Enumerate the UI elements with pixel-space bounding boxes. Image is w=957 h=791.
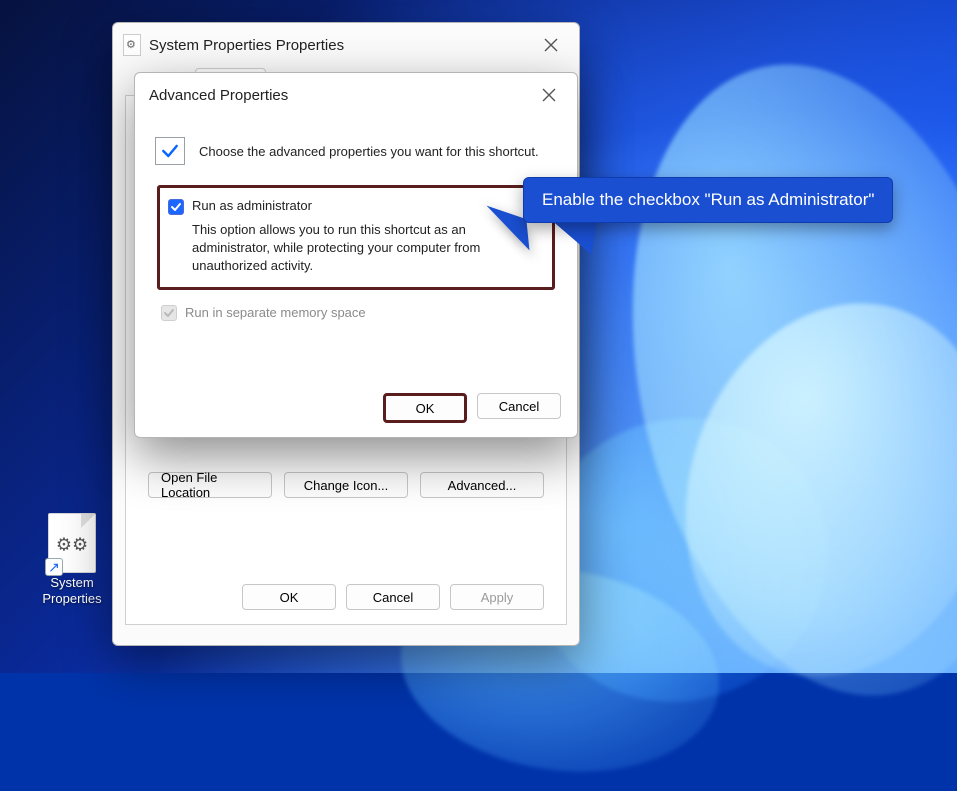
advanced-properties-dialog: Advanced Properties Choose the advanced … [134,72,578,438]
window-file-icon [123,34,141,56]
separate-memory-label: Run in separate memory space [185,305,366,320]
annotation-text: Enable the checkbox "Run as Administrato… [542,190,874,209]
advanced-window-title: Advanced Properties [145,87,527,104]
run-as-admin-checkbox[interactable] [168,199,184,215]
run-as-admin-label: Run as administrator [192,198,312,213]
advanced-button[interactable]: Advanced... [420,472,544,498]
close-button[interactable] [529,30,573,60]
separate-memory-checkbox [161,305,177,321]
change-icon-button[interactable]: Change Icon... [284,472,408,498]
cancel-button[interactable]: Cancel [346,584,440,610]
shortcut-file-icon: ⚙⚙ ↗ [48,513,96,573]
titlebar[interactable]: System Properties Properties [113,23,579,67]
advanced-ok-button[interactable]: OK [383,393,467,423]
open-file-location-button[interactable]: Open File Location [148,472,272,498]
shortcut-label-line1: System [50,575,93,590]
ok-button[interactable]: OK [242,584,336,610]
advanced-lead-text: Choose the advanced properties you want … [199,144,539,159]
shortcut-arrow-icon: ↗ [45,558,63,576]
run-as-admin-description: This option allows you to run this short… [192,221,502,275]
close-icon [544,38,558,52]
advanced-titlebar[interactable]: Advanced Properties [135,73,577,117]
advanced-close-button[interactable] [527,80,571,110]
check-icon [163,307,175,319]
check-icon [170,201,182,213]
window-title: System Properties Properties [149,37,529,54]
close-icon [542,88,556,102]
apply-button: Apply [450,584,544,610]
advanced-cancel-button[interactable]: Cancel [477,393,561,419]
gears-icon: ⚙⚙ [56,535,88,556]
checkmark-glyph-icon [155,137,185,165]
desktop-shortcut-system-properties[interactable]: ⚙⚙ ↗ System Properties [33,513,111,607]
shortcut-label-line2: Properties [42,591,101,606]
annotation-callout: Enable the checkbox "Run as Administrato… [523,177,893,223]
